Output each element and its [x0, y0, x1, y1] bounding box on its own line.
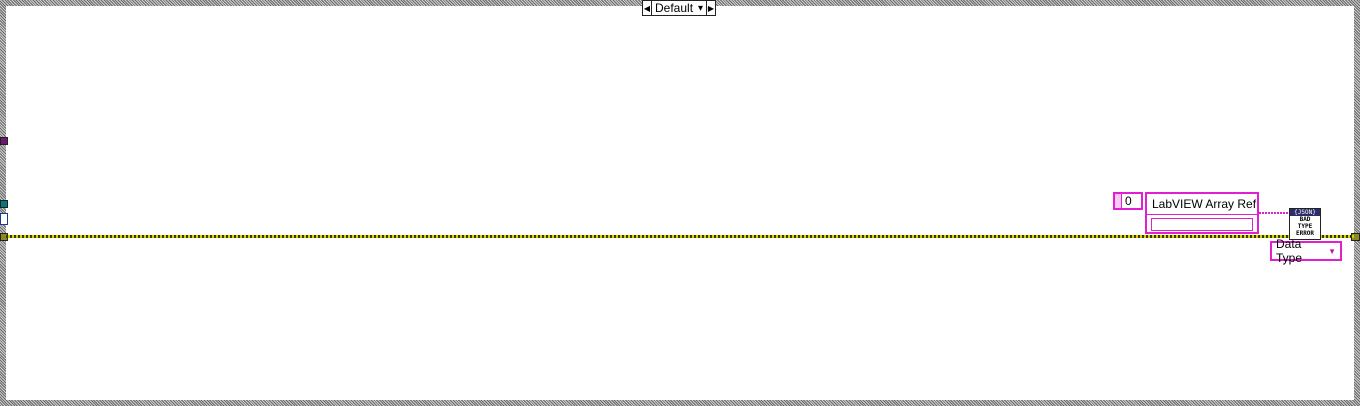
subvi-line-3: ERROR	[1295, 230, 1315, 237]
enum-dropdown-icon[interactable]: ▼	[1328, 247, 1336, 256]
numeric-constant-value: 0	[1125, 194, 1132, 208]
subvi-line-1: BAD	[1299, 216, 1311, 223]
error-wire[interactable]	[6, 235, 1354, 238]
cluster-wire[interactable]	[1259, 212, 1289, 214]
numeric-constant[interactable]: 0	[1113, 192, 1143, 210]
dropdown-caret-icon[interactable]: ▾	[698, 3, 703, 14]
case-selector-text: Default	[655, 1, 694, 15]
left-arrow-icon[interactable]: ◀	[643, 1, 651, 15]
subvi-line-2: TYPE	[1297, 223, 1313, 230]
enum-label: Data Type	[1276, 237, 1303, 265]
subvi-header: {JSON}	[1290, 209, 1320, 216]
tunnel-boolean[interactable]	[0, 213, 8, 225]
numeric-increment-icon[interactable]	[1115, 194, 1122, 208]
json-bad-type-error-subvi[interactable]: {JSON} BAD TYPE ERROR	[1289, 208, 1321, 240]
cluster-label: LabVIEW Array Ref	[1147, 194, 1257, 215]
case-selector-label[interactable]: Default ▾	[651, 1, 707, 15]
tunnel-purple[interactable]	[0, 137, 8, 145]
case-selector[interactable]: ◀ Default ▾ ▶	[642, 0, 716, 16]
right-arrow-icon[interactable]: ▶	[707, 1, 715, 15]
data-type-enum[interactable]: Data Type ▼	[1270, 237, 1342, 265]
tunnel-teal[interactable]	[0, 200, 8, 208]
cluster-constant[interactable]: LabVIEW Array Ref	[1145, 192, 1259, 234]
cluster-element-slot[interactable]	[1151, 218, 1253, 231]
